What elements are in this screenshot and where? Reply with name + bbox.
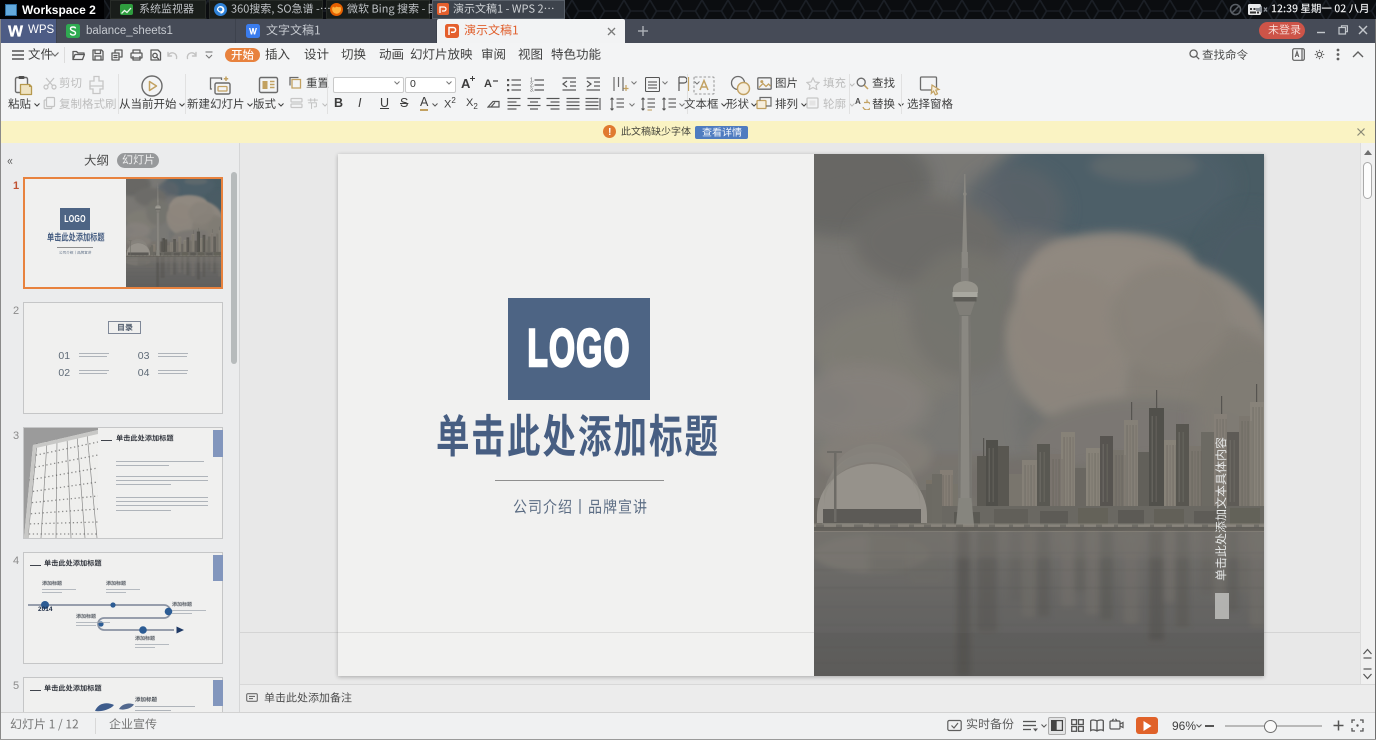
svg-text:A: A [855,97,861,106]
svg-text:3.: 3. [530,88,534,93]
